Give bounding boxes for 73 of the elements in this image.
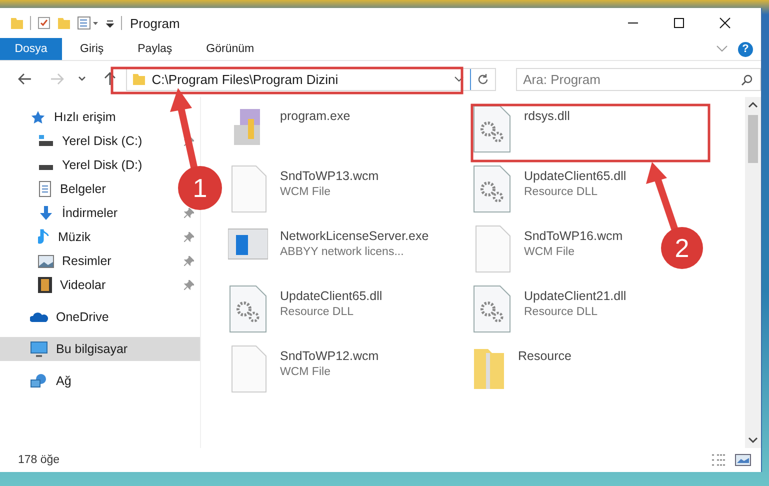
ribbon-tab[interactable]: Görünüm <box>190 38 270 60</box>
pin-icon[interactable] <box>184 136 194 146</box>
file-name[interactable]: UpdateClient21.dll <box>524 289 626 303</box>
gear-file-icon[interactable] <box>472 285 512 333</box>
drive-icon <box>38 135 54 147</box>
down-arrow-icon <box>38 205 54 221</box>
details-view-icon[interactable] <box>711 453 727 467</box>
picture-icon <box>38 254 54 268</box>
sidebar-item[interactable]: OneDrive <box>0 305 200 329</box>
sidebar-item[interactable]: Yerel Disk (D:) <box>0 153 148 177</box>
sidebar-item[interactable]: Bu bilgisayar <box>0 337 200 361</box>
sidebar-item[interactable]: Videolar <box>0 273 112 297</box>
music-note-icon <box>38 229 50 245</box>
search-field[interactable]: Ara: Program <box>516 68 762 90</box>
gear-file-icon[interactable] <box>472 105 512 153</box>
file-name[interactable]: SndToWP13.wcm <box>280 169 379 183</box>
file-name[interactable]: SndToWP16.wcm <box>524 229 623 243</box>
computer-icon <box>30 341 48 357</box>
file-type: Resource DLL <box>524 306 599 318</box>
step-badge: 1 <box>178 166 222 210</box>
file-type: WCM File <box>524 246 576 258</box>
folder-icon <box>132 72 146 86</box>
pin-icon[interactable] <box>184 256 194 266</box>
file-type: ABBYY network licens... <box>280 246 405 258</box>
cloud-icon <box>30 311 48 323</box>
file-name[interactable]: UpdateClient65.dll <box>524 169 626 183</box>
item-count: 178 öğe <box>18 454 60 466</box>
down-caret-icon[interactable] <box>748 436 758 444</box>
step-badge: 2 <box>661 227 703 269</box>
sidebar-item[interactable]: Ağ <box>0 369 200 393</box>
sidebar-item[interactable]: Müzik <box>0 225 97 249</box>
search-icon[interactable] <box>741 74 754 86</box>
sidebar-item[interactable]: Resimler <box>0 249 118 273</box>
sidebar-item[interactable]: Belgeler <box>0 177 112 201</box>
file-name[interactable]: UpdateClient65.dll <box>280 289 382 303</box>
file-type: Resource DLL <box>524 186 599 198</box>
up-caret-icon[interactable] <box>748 101 758 109</box>
sidebar-item[interactable]: Hızlı erişim <box>0 105 200 129</box>
file-name[interactable]: Resource <box>518 349 572 363</box>
file-type: WCM File <box>280 366 332 378</box>
file-name[interactable]: NetworkLicenseServer.exe <box>280 229 429 243</box>
network-icon <box>30 373 48 389</box>
ribbon-tab[interactable]: Giriş <box>64 38 120 60</box>
pin-icon[interactable] <box>184 208 194 218</box>
sidebar-item[interactable]: Yerel Disk (C:) <box>0 129 148 153</box>
pin-icon[interactable] <box>184 280 194 290</box>
maximize-icon[interactable] <box>673 17 685 29</box>
scrollbar-thumb[interactable] <box>748 115 758 163</box>
back-arrow-icon[interactable] <box>18 73 32 85</box>
film-icon <box>38 277 52 293</box>
file-type: WCM File <box>280 186 332 198</box>
file-name[interactable]: program.exe <box>280 109 350 123</box>
window-title: Program <box>130 16 180 30</box>
ribbon-tab[interactable]: Paylaş <box>122 38 188 60</box>
scrollbar[interactable] <box>745 97 761 448</box>
checklist-icon[interactable] <box>37 16 51 30</box>
sidebar-item[interactable]: İndirmeler <box>0 201 124 225</box>
help-button[interactable]: ? <box>738 42 753 56</box>
tiles-view-icon[interactable] <box>735 453 751 467</box>
document-icon <box>38 181 52 197</box>
dropdown-icon[interactable] <box>78 76 86 82</box>
up-arrow-icon[interactable] <box>104 72 116 86</box>
properties-icon[interactable] <box>77 16 99 30</box>
file-name[interactable]: SndToWP12.wcm <box>280 349 379 363</box>
address-bar[interactable]: C:\Program Files\Program Dizini <box>126 68 496 90</box>
close-icon[interactable] <box>719 17 731 29</box>
file-type: Resource DLL <box>280 306 355 318</box>
star-icon <box>30 110 46 124</box>
file-name[interactable]: rdsys.dll <box>524 109 570 123</box>
gear-file-icon[interactable] <box>228 285 268 333</box>
annotation-arrow <box>646 162 678 232</box>
gear-file-icon[interactable] <box>472 165 512 213</box>
pin-icon[interactable] <box>184 232 194 242</box>
